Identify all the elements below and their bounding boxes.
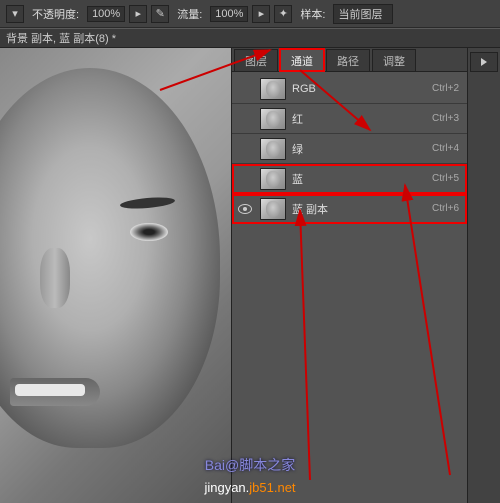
opacity-stepper[interactable]: ▸ — [129, 5, 147, 23]
watermark-url: jingyan.jb51.net — [204, 480, 295, 495]
channel-rgb[interactable]: RGB Ctrl+2 — [232, 74, 467, 104]
channel-shortcut: Ctrl+4 — [432, 143, 463, 154]
channel-name: 绿 — [292, 141, 426, 157]
tool-icon[interactable]: ✦ — [274, 5, 292, 23]
channel-shortcut: Ctrl+2 — [432, 83, 463, 94]
channel-red[interactable]: 红 Ctrl+3 — [232, 104, 467, 134]
channel-name: 蓝 副本 — [292, 201, 426, 217]
visibility-toggle[interactable] — [236, 200, 254, 218]
channel-shortcut: Ctrl+5 — [432, 173, 463, 184]
document-title[interactable]: 背景 副本, 蓝 副本(8) * — [6, 30, 116, 46]
channel-blue[interactable]: 蓝 Ctrl+5 — [232, 164, 467, 194]
panel-tabs: 图层 通道 路径 调整 — [232, 48, 467, 72]
channel-name: 蓝 — [292, 171, 426, 187]
canvas[interactable] — [0, 48, 232, 503]
dropdown-icon[interactable]: ▾ — [6, 5, 24, 23]
channel-thumb — [260, 78, 286, 100]
opacity-label: 不透明度: — [28, 6, 83, 22]
flow-label: 流量: — [173, 6, 206, 22]
tab-channels[interactable]: 通道 — [280, 49, 324, 71]
visibility-toggle[interactable] — [236, 140, 254, 158]
chevron-right-icon — [481, 58, 487, 66]
airbrush-icon[interactable]: ✎ — [151, 5, 169, 23]
flow-value[interactable]: 100% — [210, 6, 248, 22]
tab-paths[interactable]: 路径 — [326, 49, 370, 71]
face-image — [0, 48, 232, 503]
options-bar: ▾ 不透明度: 100% ▸ ✎ 流量: 100% ▸ ✦ 样本: 当前图层 — [0, 0, 500, 28]
eye-icon — [238, 204, 252, 214]
collapsed-panel-dock — [467, 48, 500, 503]
tab-layers[interactable]: 图层 — [234, 49, 278, 71]
tab-adjust[interactable]: 调整 — [372, 49, 416, 71]
visibility-toggle[interactable] — [236, 80, 254, 98]
document-tab-bar: 背景 副本, 蓝 副本(8) * — [0, 28, 500, 48]
channel-shortcut: Ctrl+6 — [432, 203, 463, 214]
flow-stepper[interactable]: ▸ — [252, 5, 270, 23]
channel-name: 红 — [292, 111, 426, 127]
channel-list: RGB Ctrl+2 红 Ctrl+3 绿 Ctrl+4 蓝 Ctrl+5 — [232, 72, 467, 224]
sample-value[interactable]: 当前图层 — [333, 4, 393, 24]
channel-thumb — [260, 108, 286, 130]
channel-green[interactable]: 绿 Ctrl+4 — [232, 134, 467, 164]
channel-thumb — [260, 138, 286, 160]
main-area: 图层 通道 路径 调整 RGB Ctrl+2 红 Ctrl+3 绿 C — [0, 48, 500, 503]
visibility-toggle[interactable] — [236, 170, 254, 188]
channel-shortcut: Ctrl+3 — [432, 113, 463, 124]
panels-column: 图层 通道 路径 调整 RGB Ctrl+2 红 Ctrl+3 绿 C — [232, 48, 467, 503]
channel-blue-copy[interactable]: 蓝 副本 Ctrl+6 — [232, 194, 467, 224]
sample-label: 样本: — [296, 6, 329, 22]
channel-thumb — [260, 198, 286, 220]
watermark-text: Bai@脚本之家 — [205, 455, 295, 475]
expand-panel-button[interactable] — [470, 52, 498, 72]
channel-name: RGB — [292, 83, 426, 95]
opacity-value[interactable]: 100% — [87, 6, 125, 22]
visibility-toggle[interactable] — [236, 110, 254, 128]
channel-thumb — [260, 168, 286, 190]
